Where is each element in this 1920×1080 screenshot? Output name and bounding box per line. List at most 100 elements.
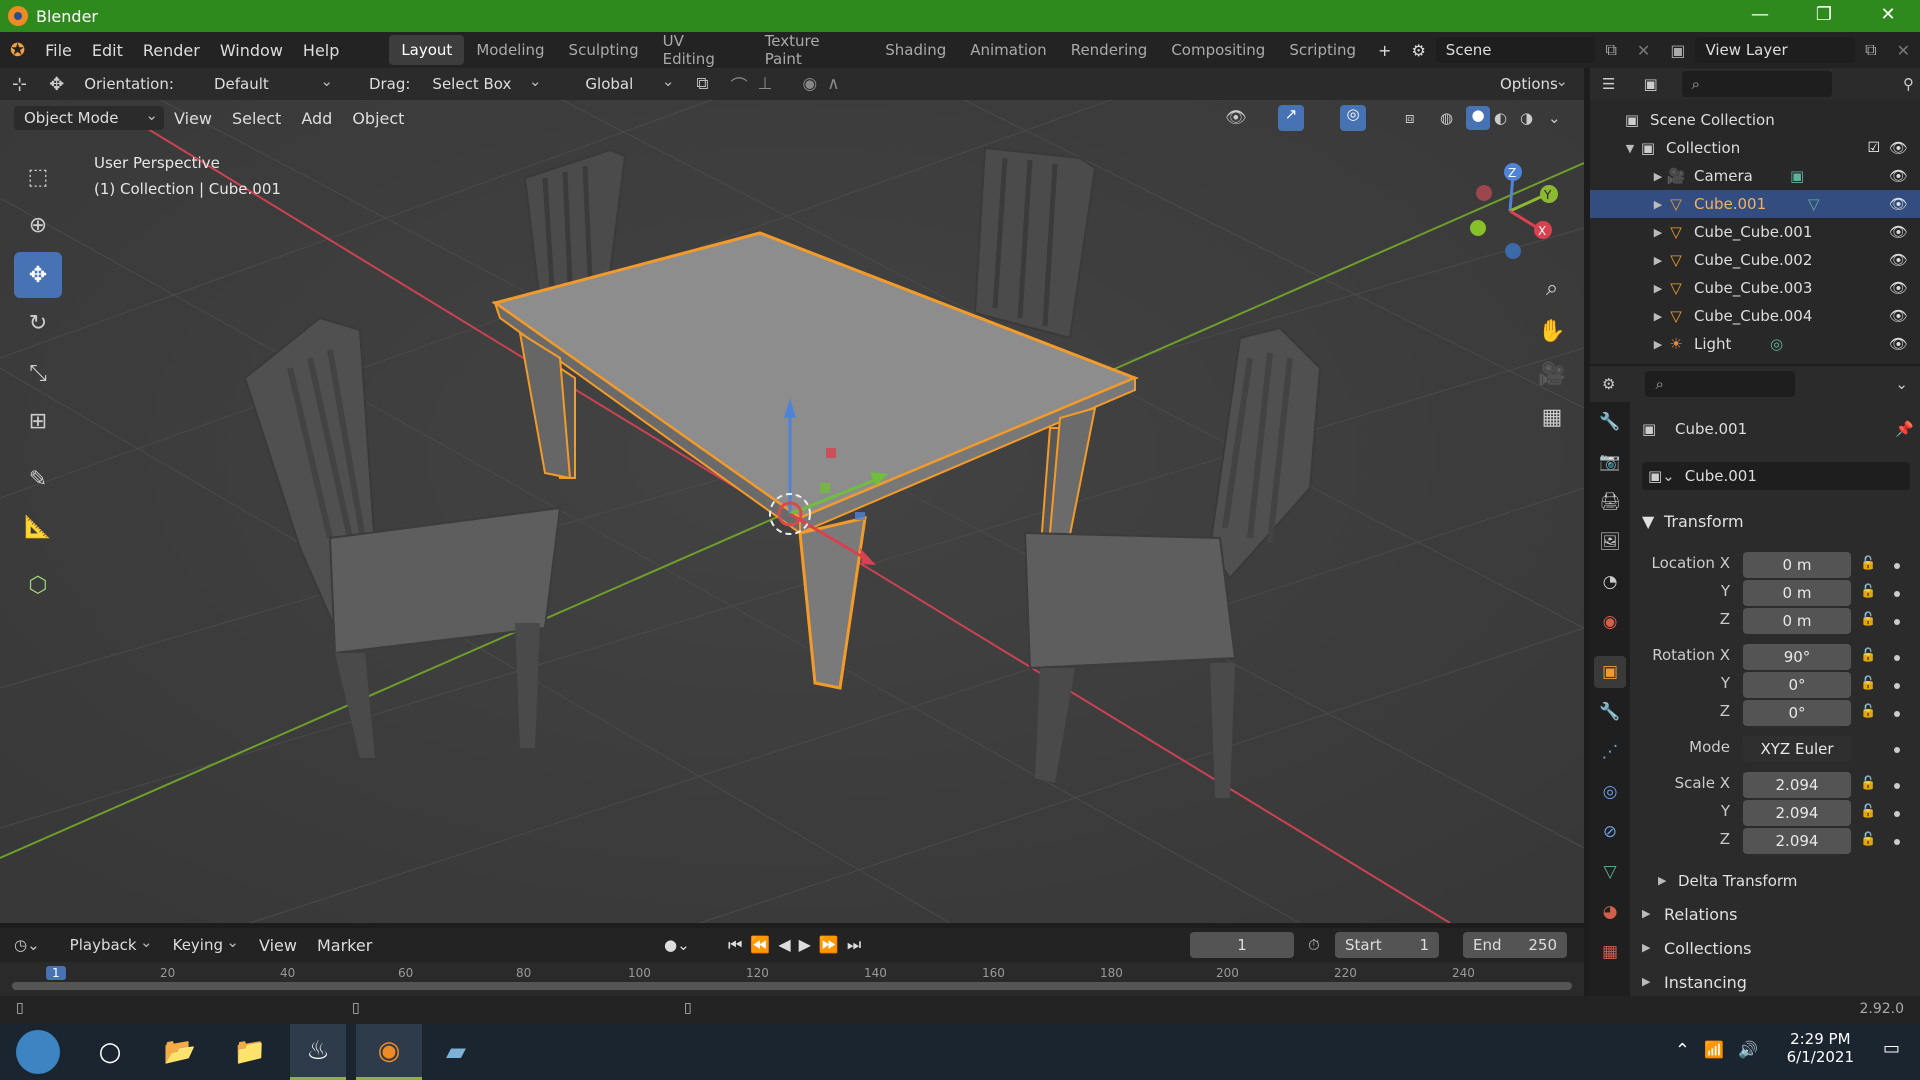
current-frame-field[interactable]: 1 xyxy=(1190,932,1294,958)
keyframe-dot-icon[interactable] xyxy=(1894,747,1900,753)
overlay-toggle-icon[interactable]: ◎ xyxy=(1340,105,1366,131)
tab-uv-editing[interactable]: UV Editing xyxy=(651,26,753,74)
timeline-ruler[interactable]: 1 20 40 60 80 100 120 140 160 180 200 22… xyxy=(0,962,1584,996)
filter-icon[interactable]: ⚲ xyxy=(1903,75,1914,93)
keying-menu[interactable]: Keying xyxy=(163,933,245,957)
rotate-tool-icon[interactable]: ↻ xyxy=(14,300,62,346)
outliner-item-cube-cube-004[interactable]: ▶ ▽ Cube_Cube.004 👁 xyxy=(1590,302,1920,330)
orientation-dropdown[interactable]: Default xyxy=(203,72,339,96)
blender-menu-icon[interactable]: ✪ xyxy=(0,40,35,61)
menu-file[interactable]: File xyxy=(35,41,82,60)
record-icon[interactable]: ●⌄ xyxy=(664,936,690,954)
drag-dropdown[interactable]: Select Box xyxy=(422,72,548,96)
solid-shading-icon[interactable]: ● xyxy=(1466,106,1490,130)
falloff-icon[interactable]: ∧ xyxy=(827,74,839,94)
tab-rendering[interactable]: Rendering xyxy=(1059,35,1160,65)
transform-header[interactable]: Transform xyxy=(1664,512,1744,531)
particles-tab-icon[interactable]: ⋰ xyxy=(1594,736,1626,768)
lock-icon[interactable]: 🔓 xyxy=(1860,612,1876,627)
outliner-item-cube-cube-003[interactable]: ▶ ▽ Cube_Cube.003 👁 xyxy=(1590,274,1920,302)
view-layer-field[interactable]: View Layer xyxy=(1695,37,1856,63)
mesh-data-icon[interactable]: ▽ xyxy=(1808,195,1820,213)
delta-transform-header[interactable]: Delta Transform xyxy=(1678,872,1797,890)
view-layer-icon[interactable]: ▣ xyxy=(1660,41,1695,60)
new-scene-icon[interactable]: ⧉ xyxy=(1595,40,1626,60)
display-mode-icon[interactable]: ▣ xyxy=(1643,75,1657,93)
properties-options-icon[interactable]: ⌄ xyxy=(1895,375,1908,393)
outliner-item-camera[interactable]: ▶ 🎥 Camera ▣ 👁 xyxy=(1590,162,1920,190)
texture-tab-icon[interactable]: ▦ xyxy=(1594,936,1626,968)
network-icon[interactable]: 📶 xyxy=(1704,1040,1724,1059)
keyframe-dot-icon[interactable] xyxy=(1894,783,1900,789)
outliner-item-cube-001[interactable]: ▶ ▽ Cube.001 ▽ 👁 xyxy=(1590,190,1920,218)
relations-header[interactable]: Relations xyxy=(1664,905,1737,924)
visibility-icon[interactable]: 👁 xyxy=(1225,108,1247,128)
scale-tool-icon[interactable]: ⤡ xyxy=(14,350,62,396)
menu-edit[interactable]: Edit xyxy=(82,41,133,60)
visibility-eye-icon[interactable]: 👁 xyxy=(1889,195,1908,213)
expand-triangle-icon[interactable]: ▶ xyxy=(1650,338,1666,351)
scale-y-field[interactable]: 2.094 xyxy=(1743,800,1851,826)
collections-header[interactable]: Collections xyxy=(1664,939,1751,958)
exclude-checkbox-icon[interactable]: ☑ xyxy=(1867,140,1880,156)
transform-tool-icon[interactable]: ⊞ xyxy=(14,398,62,444)
scene-collection-row[interactable]: ▣ Scene Collection xyxy=(1590,106,1920,134)
scene-selector-icon[interactable]: ⚙ xyxy=(1401,41,1435,60)
lock-icon[interactable]: 🔓 xyxy=(1860,584,1876,599)
delete-view-layer-icon[interactable]: ✕ xyxy=(1887,41,1920,60)
outliner-item-cube-cube-001[interactable]: ▶ ▽ Cube_Cube.001 👁 xyxy=(1590,218,1920,246)
snap-target-icon[interactable]: ⊥ xyxy=(758,74,773,94)
data-tab-icon[interactable]: ▽ xyxy=(1594,856,1626,888)
collection-row[interactable]: ▼ ▣ Collection ☑ 👁 xyxy=(1590,134,1920,162)
end-frame-field[interactable]: End 250 xyxy=(1463,932,1567,958)
object-name-field[interactable]: ▣⌄ Cube.001 xyxy=(1642,462,1910,490)
keyframe-dot-icon[interactable] xyxy=(1894,563,1900,569)
viewport-menu-select[interactable]: Select xyxy=(222,109,291,128)
visibility-eye-icon[interactable]: 👁 xyxy=(1889,335,1908,353)
keyframe-dot-icon[interactable] xyxy=(1894,619,1900,625)
properties-editor-icon[interactable]: ⚙ xyxy=(1602,375,1615,393)
playback-controls-icon[interactable]: ⏮⏪◀▶⏩⏭ xyxy=(728,935,869,955)
marker-menu[interactable]: Marker xyxy=(307,936,382,955)
tab-modeling[interactable]: Modeling xyxy=(464,35,556,65)
add-cube-tool-icon[interactable]: ⬡ xyxy=(14,562,62,608)
relations-expand-icon[interactable]: ▶ xyxy=(1642,907,1650,920)
scene-field[interactable]: Scene xyxy=(1435,37,1596,63)
view-layer-tab-icon[interactable]: 🖼 xyxy=(1594,526,1626,558)
pin-icon[interactable]: 📌 xyxy=(1895,420,1914,438)
clock[interactable]: 2:29 PM 6/1/2021 xyxy=(1787,1030,1854,1066)
notification-icon[interactable]: ▭ xyxy=(1883,1038,1900,1059)
lock-icon[interactable]: 🔓 xyxy=(1860,704,1876,719)
expand-triangle-icon[interactable]: ▶ xyxy=(1650,198,1666,211)
tray-chevron-icon[interactable]: ⌃ xyxy=(1675,1040,1690,1061)
app-folder-icon[interactable]: 📂 xyxy=(154,1024,206,1080)
lock-icon[interactable]: 🔓 xyxy=(1860,776,1876,791)
viewport-menu-object[interactable]: Object xyxy=(342,109,414,128)
start-frame-field[interactable]: Start 1 xyxy=(1335,932,1439,958)
lock-icon[interactable]: 🔓 xyxy=(1860,556,1876,571)
properties-search-icon[interactable]: ⌕ xyxy=(1645,371,1796,397)
annotate-tool-icon[interactable]: ✎ xyxy=(14,456,62,502)
volume-icon[interactable]: 🔊 xyxy=(1738,1040,1758,1059)
playhead[interactable]: 1 xyxy=(46,966,66,980)
3d-viewport[interactable]: Z Y X ⊹ ✥ Orientation: Default Drag: Sel… xyxy=(0,68,1584,923)
timeline-scrollbar[interactable] xyxy=(12,982,1572,990)
scale-z-field[interactable]: 2.094 xyxy=(1743,828,1851,854)
tab-animation[interactable]: Animation xyxy=(958,35,1058,65)
rotation-x-field[interactable]: 90° xyxy=(1743,644,1851,670)
expand-triangle-icon[interactable]: ▶ xyxy=(1650,282,1666,295)
expand-triangle-icon[interactable]: ▶ xyxy=(1650,254,1666,267)
transform-collapse-icon[interactable]: ▼ xyxy=(1642,512,1654,531)
menu-window[interactable]: Window xyxy=(210,41,293,60)
playback-menu[interactable]: Playback xyxy=(60,933,159,957)
visibility-eye-icon[interactable]: 👁 xyxy=(1889,167,1908,185)
instancing-header[interactable]: Instancing xyxy=(1664,973,1747,992)
object-mode-dropdown[interactable]: Object Mode xyxy=(14,106,164,130)
wireframe-shading-icon[interactable]: ◍ xyxy=(1440,109,1453,127)
expand-triangle-icon[interactable]: ▶ xyxy=(1650,170,1666,183)
cursor-tool-icon[interactable]: ⊕ xyxy=(14,202,62,248)
visibility-eye-icon[interactable]: 👁 xyxy=(1889,223,1908,241)
visibility-eye-icon[interactable]: 👁 xyxy=(1889,139,1908,157)
tab-scripting[interactable]: Scripting xyxy=(1277,35,1368,65)
viewport-menu-add[interactable]: Add xyxy=(291,109,342,128)
